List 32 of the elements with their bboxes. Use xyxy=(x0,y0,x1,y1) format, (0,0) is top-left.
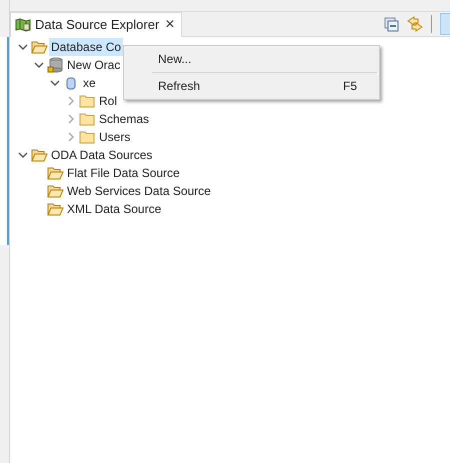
open-folder-icon xyxy=(30,40,48,54)
tree-item[interactable]: ODA Data Sources xyxy=(49,146,154,164)
menu-label: Refresh xyxy=(158,78,200,95)
tree-item[interactable]: Rol xyxy=(97,92,120,110)
folder-icon xyxy=(79,112,95,126)
collapse-all-icon[interactable] xyxy=(384,16,399,32)
link-arrows-icon[interactable] xyxy=(407,16,423,32)
chevron-down-icon[interactable] xyxy=(18,150,28,160)
tree-item[interactable]: xe xyxy=(81,74,98,92)
open-folder-icon xyxy=(30,148,48,162)
database-icon xyxy=(47,57,63,73)
shortcut-label: F5 xyxy=(342,78,357,95)
tree-item[interactable]: Users xyxy=(97,128,132,146)
tab-title: Data Source Explorer xyxy=(35,16,160,34)
folder-icon xyxy=(79,130,95,144)
tree-item[interactable]: XML Data Source xyxy=(65,200,164,218)
menu-label: New... xyxy=(158,51,192,68)
menu-item[interactable]: New... xyxy=(124,48,379,70)
menu-item[interactable]: Refresh F5 xyxy=(124,75,379,97)
tree-item[interactable]: Schemas xyxy=(97,110,152,128)
close-button[interactable]: × xyxy=(163,17,177,33)
open-folder-icon xyxy=(46,166,64,180)
explorer-tab[interactable]: Data Source Explorer × xyxy=(10,12,182,37)
tree-item[interactable]: New Orac xyxy=(65,56,122,74)
open-folder-icon xyxy=(46,184,64,198)
tree-item[interactable]: Flat File Data Source xyxy=(65,164,182,182)
open-folder-icon xyxy=(46,202,64,216)
cylinder-icon xyxy=(66,76,76,90)
tree-item[interactable]: Web Services Data Source xyxy=(65,182,213,200)
tree-item[interactable]: Database Co xyxy=(49,38,124,56)
map-icon xyxy=(15,18,31,32)
folder-icon xyxy=(79,94,95,108)
